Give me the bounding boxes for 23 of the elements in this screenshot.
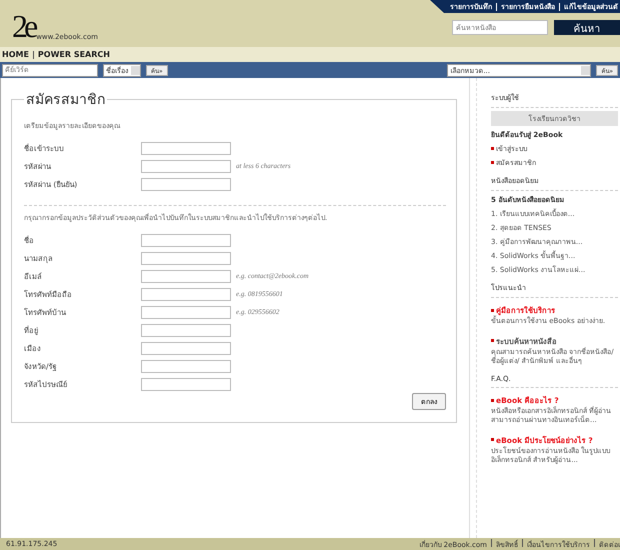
input-field[interactable]: [141, 234, 231, 246]
input-field[interactable]: [141, 252, 231, 264]
logo-mark: 2e: [12, 9, 34, 43]
input-field[interactable]: [141, 378, 231, 390]
input-field[interactable]: [141, 288, 231, 300]
bullet-icon: [491, 161, 494, 164]
nav-link[interactable]: HOME: [2, 50, 29, 59]
input-field[interactable]: [141, 160, 231, 172]
input-field[interactable]: [141, 306, 231, 318]
input-field[interactable]: [141, 142, 231, 154]
input-field[interactable]: [141, 360, 231, 372]
bullet-icon: [491, 147, 494, 150]
search-button[interactable]: ค้นหา: [554, 20, 620, 35]
bullet-icon: [491, 438, 494, 442]
input-field[interactable]: [141, 178, 231, 190]
input-field[interactable]: [141, 342, 231, 354]
input-field[interactable]: [141, 270, 231, 282]
form-title: สมัครสมาชิก: [25, 91, 106, 110]
bullet-icon: [491, 398, 494, 402]
bullet-icon: [491, 339, 494, 342]
bullet-icon: [491, 308, 494, 312]
nav-link[interactable]: POWER SEARCH: [38, 50, 110, 59]
input-field[interactable]: [141, 324, 231, 336]
